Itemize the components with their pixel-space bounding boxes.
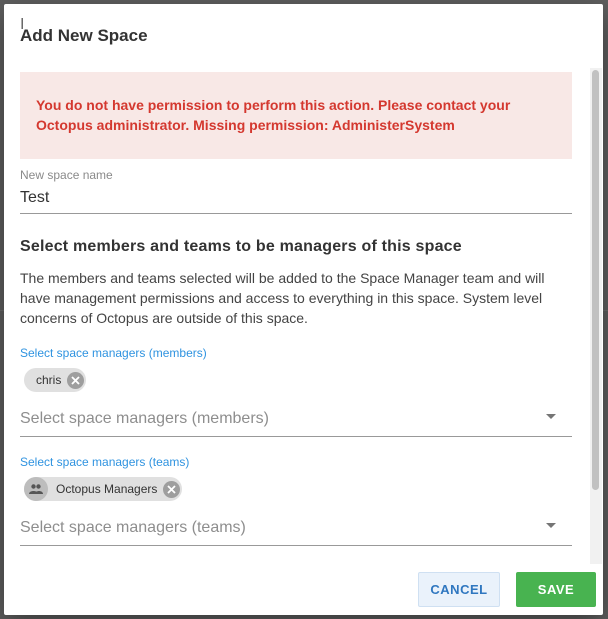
save-button[interactable]: SAVE	[516, 572, 596, 607]
managers-heading: Select members and teams to be managers …	[20, 238, 462, 255]
caret-down-icon[interactable]	[546, 523, 556, 528]
close-circle-icon[interactable]	[163, 480, 181, 498]
space-name-input[interactable]	[20, 182, 572, 214]
permission-error-callout: You do not have permission to perform th…	[20, 72, 572, 159]
space-name-label: New space name	[20, 168, 113, 182]
content-scrollbar[interactable]	[590, 68, 602, 564]
scrollbar-thumb[interactable]	[592, 70, 599, 490]
close-circle-icon[interactable]	[67, 371, 85, 389]
member-chip[interactable]: chris	[24, 368, 87, 392]
dialog-actions: CANCEL SAVE	[4, 564, 603, 615]
add-space-dialog: I Add New Space You do not have permissi…	[4, 4, 603, 615]
selected-members: chris	[20, 364, 572, 396]
selected-teams: Octopus Managers	[20, 473, 572, 505]
team-chip[interactable]: Octopus Managers	[24, 477, 183, 501]
teams-select[interactable]: Select space managers (teams)	[20, 509, 572, 546]
dialog-title: Add New Space	[20, 26, 148, 45]
managers-description: The members and teams selected will be a…	[20, 270, 545, 326]
teams-select-placeholder: Select space managers (teams)	[20, 519, 246, 536]
team-chip-label: Octopus Managers	[56, 482, 158, 496]
members-select[interactable]: Select space managers (members)	[20, 400, 572, 437]
people-icon	[24, 477, 48, 501]
dialog-content: You do not have permission to perform th…	[20, 72, 572, 564]
teams-label: Select space managers (teams)	[20, 455, 190, 469]
members-label: Select space managers (members)	[20, 346, 207, 360]
caret-down-icon[interactable]	[546, 414, 556, 419]
members-select-placeholder: Select space managers (members)	[20, 410, 269, 427]
member-chip-label: chris	[36, 373, 62, 387]
cancel-button[interactable]: CANCEL	[418, 572, 500, 607]
